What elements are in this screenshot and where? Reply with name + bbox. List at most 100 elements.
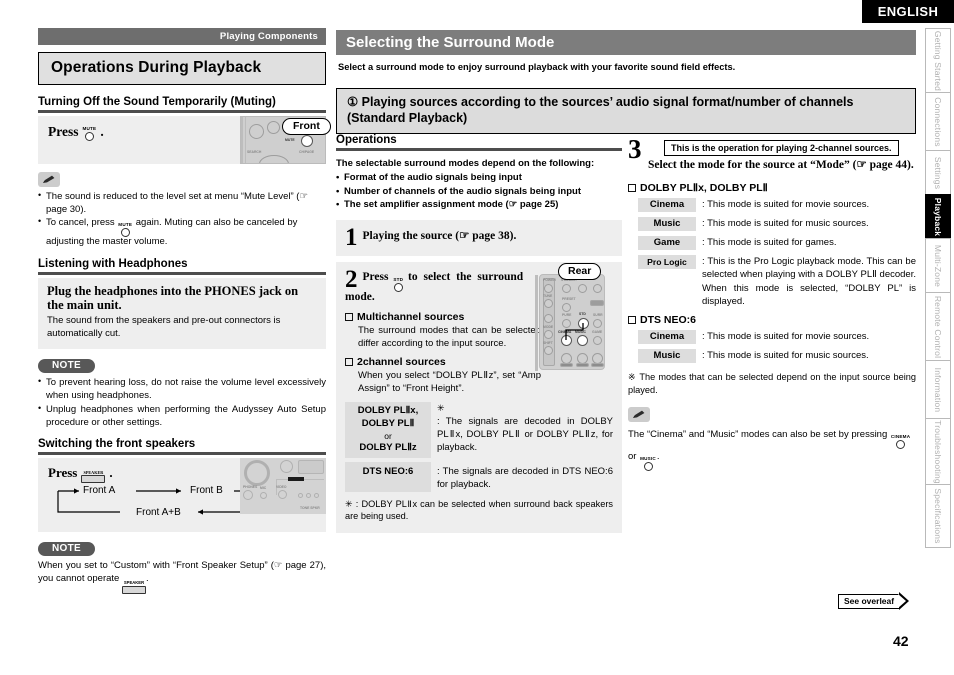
- table-row: Cinema : This mode is suited for movie s…: [638, 198, 916, 212]
- dolby-footnote: ✳ : DOLBY PLⅡx can be selected when surr…: [345, 498, 613, 522]
- press-label-speaker: Press: [48, 465, 78, 481]
- mode-key-dolby: DOLBY PLⅡx, DOLBY PLⅡ or DOLBY PLⅡz: [345, 402, 431, 459]
- surround-banner: Selecting the Surround Mode: [336, 30, 916, 55]
- press-period-speaker: .: [109, 465, 113, 481]
- checkbox-icon: [628, 316, 636, 325]
- muting-note-1: The sound is reduced to the level set at…: [38, 190, 326, 216]
- tab-settings[interactable]: Settings: [925, 150, 951, 194]
- step-3-number: 3: [628, 134, 642, 164]
- checkbox-icon: [345, 312, 353, 321]
- step-1-panel: 1 Playing the source (☞ page 38).: [336, 220, 622, 257]
- headphones-panel-body: The sound from the speakers and pre-out …: [47, 315, 281, 339]
- middle-column: Operations The selectable surround modes…: [336, 134, 622, 533]
- page-number: 42: [893, 633, 909, 649]
- depend-intro: The selectable surround modes depend on …: [336, 158, 595, 169]
- mode-val-music-neo: : This mode is suited for music sources.: [702, 350, 869, 362]
- tab-troubleshooting[interactable]: Troubleshooting: [925, 418, 951, 484]
- step-3-flag: This is the operation for playing 2-chan…: [664, 140, 899, 156]
- mode-key-cinema-neo: Cinema: [638, 330, 696, 345]
- arrow-right-icon: [898, 592, 910, 610]
- mute-button-icon: MUTE: [83, 126, 97, 141]
- muting-note-2: To cancel, press MUTE again. Muting can …: [38, 216, 326, 249]
- surround-intro: Select a surround mode to enjoy surround…: [338, 62, 736, 72]
- speaker-button-icon-inline: SPEAKER: [121, 581, 146, 595]
- headphones-panel-title: Plug the headphones into the PHONES jack…: [47, 283, 299, 313]
- see-overleaf-marker: See overleaf: [838, 592, 910, 610]
- table-row: DTS NEO:6 : The signals are decoded in D…: [345, 462, 613, 492]
- cinema-button-icon: CINEMA: [891, 434, 910, 449]
- std-button-icon: STD: [393, 277, 403, 293]
- decode-mode-table: DOLBY PLⅡx, DOLBY PLⅡ or DOLBY PLⅡz ✳ : …: [345, 402, 613, 492]
- mode-val-game: : This mode is suited for games.: [702, 237, 837, 248]
- mode-val-prologic: : This is the Pro Logic playback mode. T…: [702, 256, 916, 307]
- step-1-number: 1: [345, 224, 358, 252]
- remote-photo-rear: STANDBY PRESET STD PURE SURR CINEMA MUSI…: [535, 274, 605, 372]
- tab-remote-control[interactable]: Remote Control: [925, 292, 951, 360]
- depend-list: The selectable surround modes depend on …: [336, 157, 622, 212]
- dolby-mode-rows: Cinema : This mode is suited for movie s…: [628, 198, 916, 308]
- table-row: Music : This mode is suited for music so…: [638, 217, 916, 231]
- tab-connections[interactable]: Connections: [925, 92, 951, 150]
- page-title: Operations During Playback: [38, 52, 326, 85]
- depend-item-1: Format of the audio signals being input: [336, 171, 622, 185]
- headphones-panel: Plug the headphones into the PHONES jack…: [38, 277, 326, 349]
- manual-page: ENGLISH Playing Components Operations Du…: [0, 0, 954, 675]
- left-column: Playing Components Operations During Pla…: [38, 28, 331, 595]
- heading-muting: Turning Off the Sound Temporarily (Mutin…: [38, 96, 326, 113]
- muting-notes: The sound is reduced to the level set at…: [38, 190, 326, 249]
- standard-playback-box: ① Playing sources according to the sourc…: [336, 88, 916, 135]
- mode-val-dtsneo6: : The signals are decoded in DTS NEO:6 f…: [437, 466, 613, 491]
- multichannel-sources-body: The surround modes that can be selected …: [358, 324, 541, 350]
- heading-headphones: Listening with Headphones: [38, 258, 326, 275]
- table-row: Cinema : This mode is suited for movie s…: [638, 330, 916, 345]
- mode-key-cinema: Cinema: [638, 198, 696, 212]
- note-badge-headphones: NOTE: [38, 358, 95, 373]
- front-speakers-panel: Press SPEAKER . Front A Front B Front A+…: [38, 458, 326, 533]
- checkbox-icon: [628, 184, 636, 192]
- table-row: Pro Logic : This is the Pro Logic playba…: [638, 255, 916, 308]
- right-star-note: ※ The modes that can be selected depend …: [628, 372, 916, 395]
- section-tab-rail[interactable]: Getting Started Connections Settings Pla…: [925, 28, 951, 548]
- standard-playback-line1: ① Playing sources according to the sourc…: [347, 95, 854, 109]
- mode-val-cinema-neo: : This mode is suited for movie sources.: [702, 331, 870, 343]
- tip-pencil-icon: [38, 172, 60, 187]
- language-banner: ENGLISH: [862, 0, 954, 23]
- headphones-notes: To prevent hearing loss, do not raise th…: [38, 375, 326, 429]
- surround-banner-title: Selecting the Surround Mode: [346, 34, 555, 51]
- front-speakers-note-text: When you set to “Custom” with “Front Spe…: [38, 559, 326, 595]
- mode-key-game: Game: [638, 236, 696, 250]
- step-2-panel: 2 Press STD to select the surround mode.…: [336, 262, 622, 533]
- step-2-number: 2: [345, 266, 358, 294]
- group-heading-dtsneo6: DTS NEO:6: [628, 314, 916, 326]
- mode-star-dolby: ✳: [437, 403, 445, 414]
- step-3-text: Select the mode for the source at “Mode”…: [648, 159, 914, 171]
- music-button-icon: MUSIC: [640, 456, 656, 471]
- mode-key-prologic: Pro Logic: [638, 255, 696, 269]
- mode-key-dtsneo6: DTS NEO:6: [345, 462, 431, 492]
- table-row: DOLBY PLⅡx, DOLBY PLⅡ or DOLBY PLⅡz ✳ : …: [345, 402, 613, 459]
- speaker-button-icon: SPEAKER: [81, 470, 106, 484]
- tab-getting-started[interactable]: Getting Started: [925, 28, 951, 92]
- tab-playback[interactable]: Playback: [925, 194, 951, 238]
- depend-item-2: Number of channels of the audio signals …: [336, 185, 622, 199]
- headphones-note-2: Unplug headphones when performing the Au…: [38, 402, 326, 429]
- muting-panel: Press MUTE . MUTE SEARCH CH/PAGE Front: [38, 116, 331, 164]
- table-row: Music : This mode is suited for music so…: [638, 349, 916, 364]
- tab-specifications[interactable]: Specifications: [925, 484, 951, 548]
- group-heading-dolby: DOLBY PLⅡx, DOLBY PLⅡ: [628, 182, 916, 194]
- standard-playback-line2: (Standard Playback): [347, 110, 468, 125]
- right-column: 3 This is the operation for playing 2-ch…: [628, 134, 916, 471]
- press-label: Press: [48, 124, 79, 139]
- checkbox-icon: [345, 358, 353, 367]
- tab-multi-zone[interactable]: Multi-Zone: [925, 238, 951, 292]
- note-badge-front-speakers: NOTE: [38, 542, 95, 557]
- 2channel-sources-body: When you select “DOLBY PLⅡz”, set “Amp A…: [358, 370, 541, 395]
- headphones-note-1: To prevent hearing loss, do not raise th…: [38, 375, 326, 402]
- mute-button-icon-inline: MUTE: [118, 222, 132, 238]
- right-tip-text: The “Cinema” and “Music” modes can also …: [628, 426, 916, 471]
- depend-item-3: The set amplifier assignment mode (☞ pag…: [336, 198, 622, 212]
- tip-pencil-icon: [628, 406, 650, 422]
- tab-information[interactable]: Information: [925, 360, 951, 418]
- mode-key-music: Music: [638, 217, 696, 231]
- rear-callout: Rear: [558, 263, 602, 281]
